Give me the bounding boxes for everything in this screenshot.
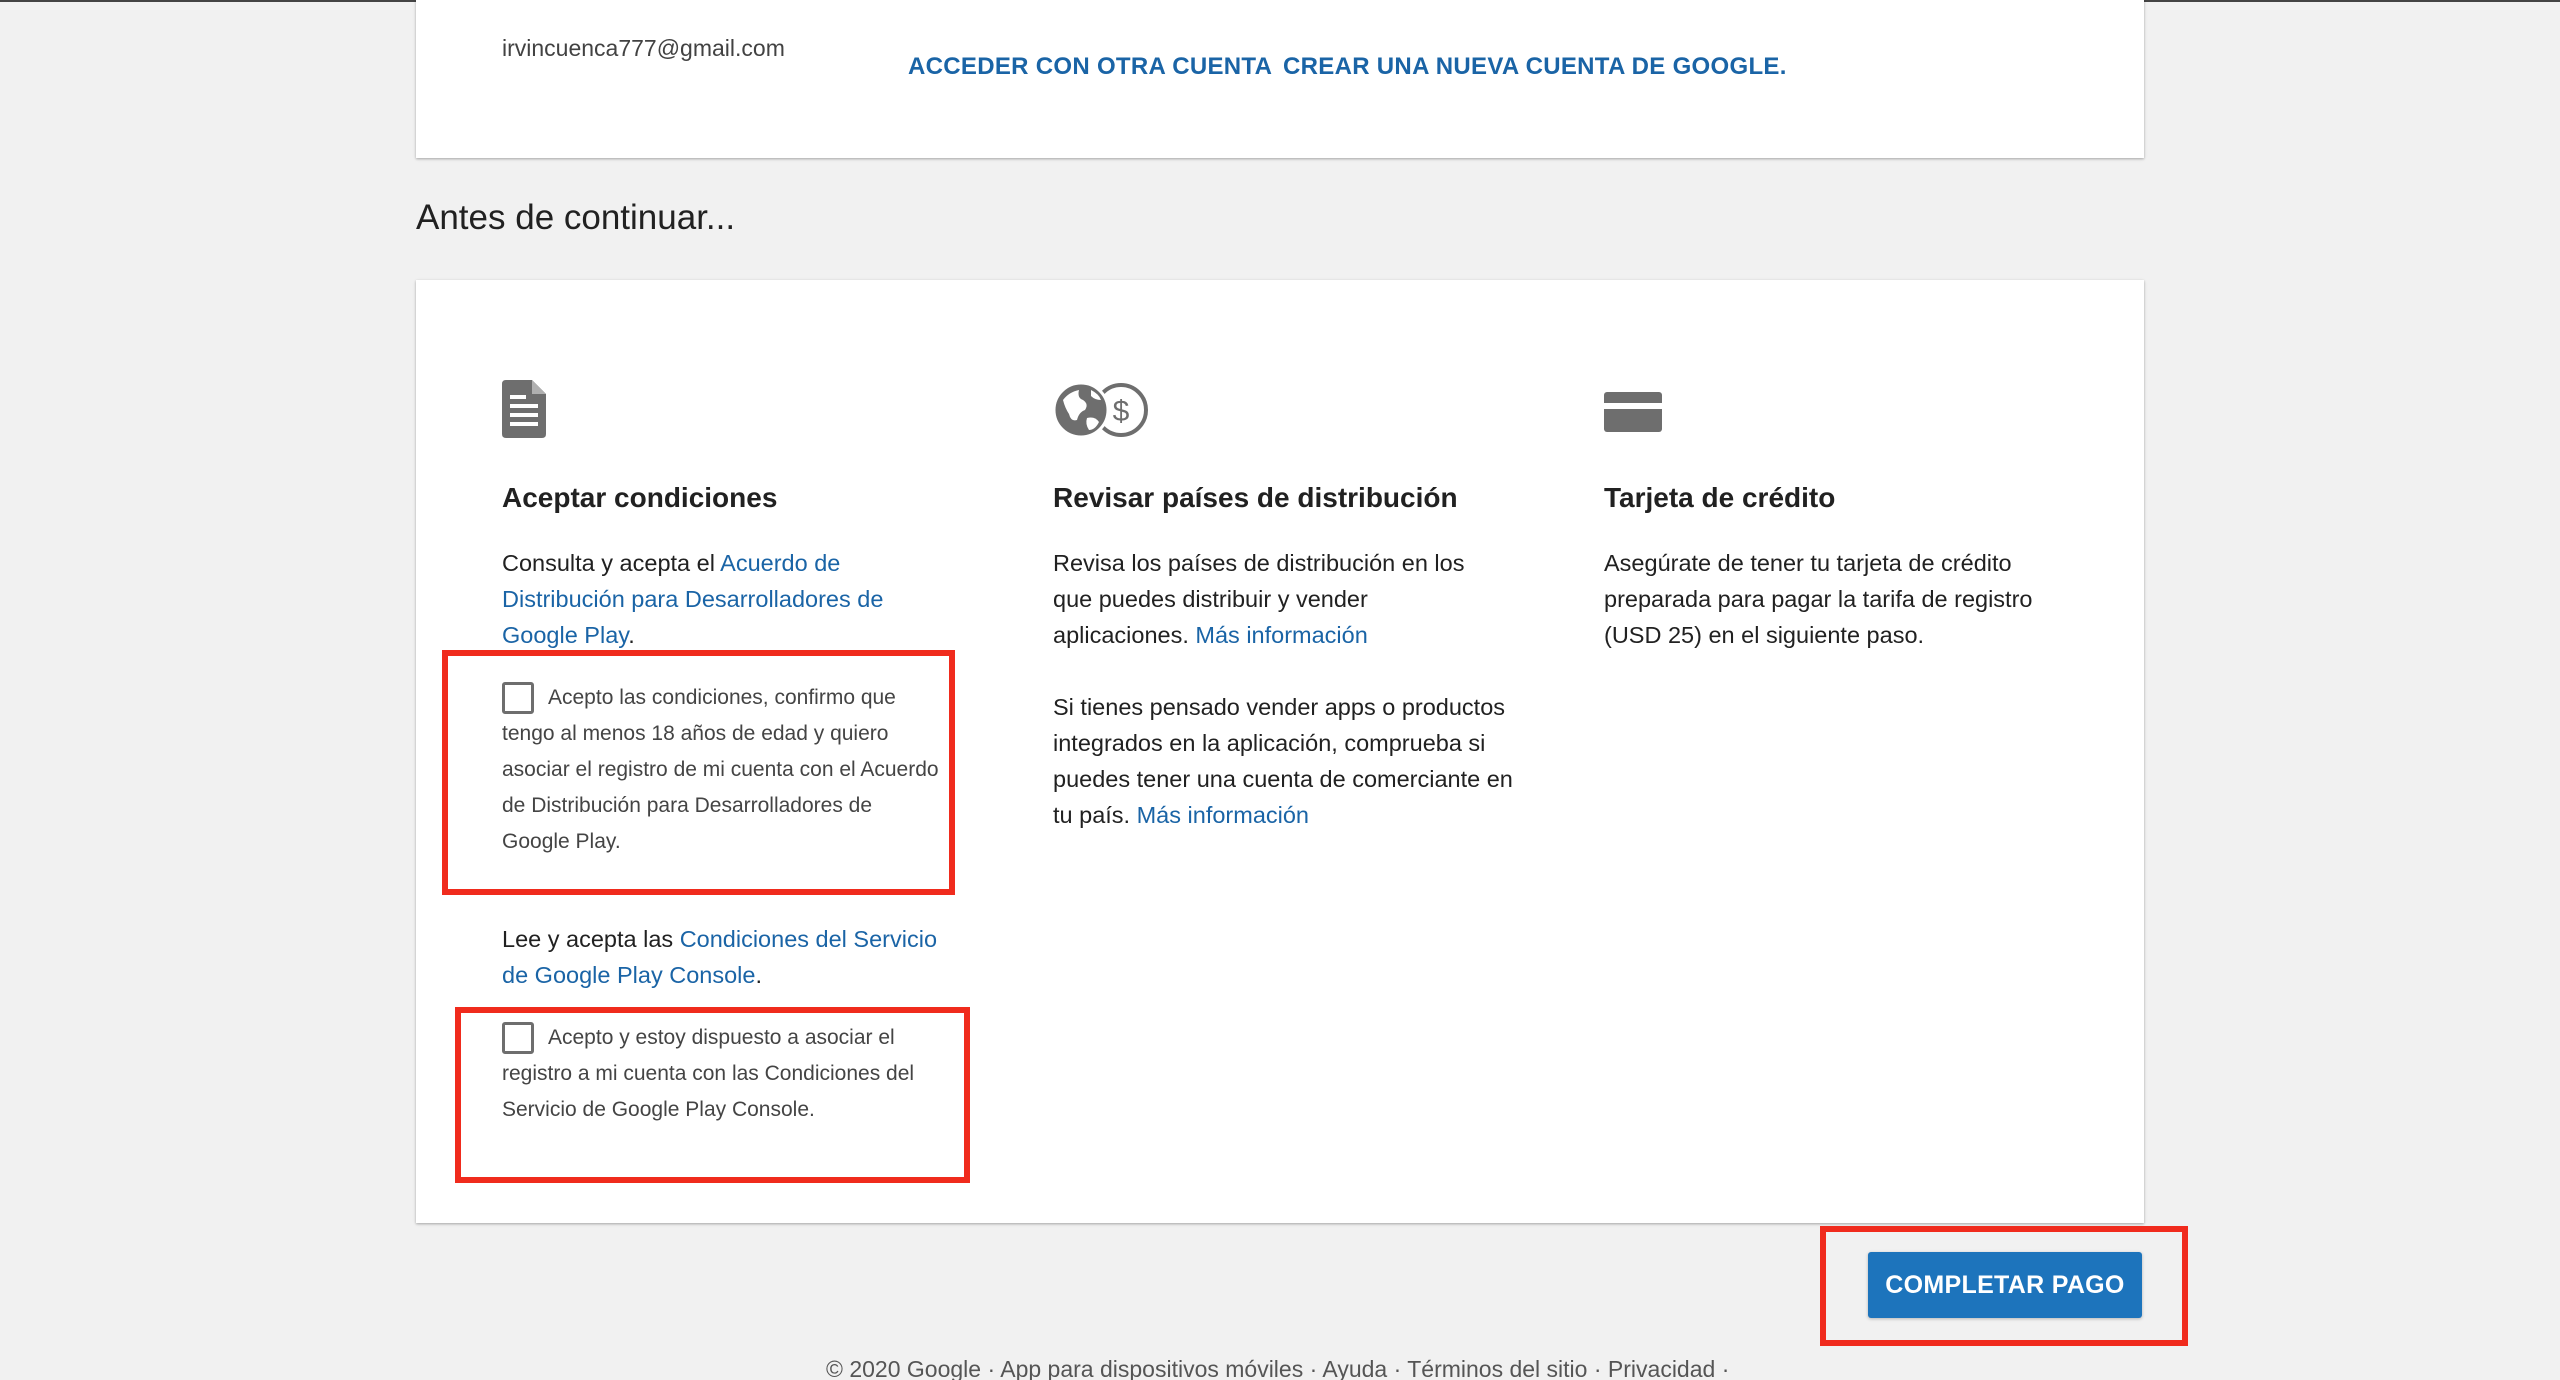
tos-intro-suffix: . — [755, 962, 762, 988]
footer-copyright: © 2020 Google — [826, 1356, 982, 1380]
footer-separator: · — [987, 1356, 1001, 1380]
tos-intro-prefix: Lee y acepta las — [502, 926, 680, 952]
footer-separator: · — [1309, 1356, 1323, 1380]
footer-link-mobile-app[interactable]: App para dispositivos móviles — [1000, 1356, 1303, 1380]
globe-dollar-icon: $ — [1052, 381, 1149, 443]
complete-payment-button[interactable]: COMPLETAR PAGO — [1868, 1252, 2142, 1318]
more-info-link-2[interactable]: Más información — [1137, 802, 1309, 828]
terms-intro: Consulta y acepta el Acuerdo de Distribu… — [502, 545, 912, 653]
section-title: Antes de continuar... — [416, 198, 736, 237]
credit-card-icon — [1604, 392, 1662, 437]
highlight-box-terms — [442, 650, 955, 895]
distribution-text-1: Revisa los países de distribución en los… — [1053, 545, 1498, 653]
footer-separator: · — [1721, 1356, 1730, 1380]
more-info-link-1[interactable]: Más información — [1195, 622, 1367, 648]
terms-intro-suffix: . — [628, 622, 635, 648]
footer-link-help[interactable]: Ayuda — [1322, 1356, 1387, 1380]
terms-intro-prefix: Consulta y acepta el — [502, 550, 721, 576]
terms-heading: Aceptar condiciones — [502, 482, 778, 513]
page: irvincuenca777@gmail.com ACCEDER CON OTR… — [0, 0, 2560, 1380]
svg-text:$: $ — [1113, 395, 1130, 428]
footer-link-privacy[interactable]: Privacidad — [1608, 1356, 1715, 1380]
highlight-box-console-terms — [455, 1007, 970, 1183]
account-card — [416, 0, 2144, 158]
sign-in-other-account-link[interactable]: ACCEDER CON OTRA CUENTA — [908, 53, 1272, 81]
credit-card-text: Asegúrate de tener tu tarjeta de crédito… — [1604, 550, 2033, 648]
footer-link-site-terms[interactable]: Términos del sitio — [1407, 1356, 1587, 1380]
document-icon — [502, 380, 546, 443]
account-email: irvincuenca777@gmail.com — [502, 35, 785, 61]
distribution-heading: Revisar países de distribución — [1053, 482, 1458, 513]
footer-separator: · — [1593, 1356, 1608, 1380]
footer-separator: · — [1393, 1356, 1408, 1380]
footer: © 2020 Google · App para dispositivos mó… — [826, 1356, 1729, 1380]
distribution-text-2: Si tienes pensado vender apps o producto… — [1053, 689, 1513, 833]
tos-intro: Lee y acepta las Condiciones del Servici… — [502, 921, 947, 993]
credit-card-heading: Tarjeta de crédito — [1604, 482, 1836, 513]
create-account-link[interactable]: CREAR UNA NUEVA CUENTA DE GOOGLE. — [1283, 53, 1787, 81]
